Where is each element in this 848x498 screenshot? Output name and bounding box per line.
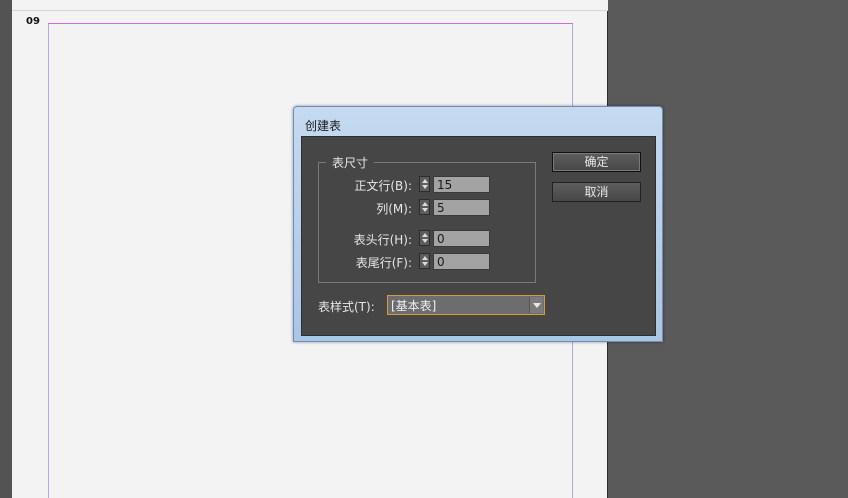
dialog-title: 创建表 — [305, 119, 342, 133]
create-table-dialog: 创建表 表尺寸 正文行(B): 15 列(M): 5 表头行(H): 0 表尾行… — [293, 106, 663, 342]
table-dimensions-title: 表尺寸 — [326, 154, 375, 171]
table-style-value: [基本表] — [391, 299, 437, 313]
footer-rows-label: 表尾行(F): — [355, 256, 412, 270]
page-top-strip — [12, 0, 608, 11]
body-rows-spinner-icon[interactable] — [419, 176, 430, 192]
table-style-select[interactable]: [基本表] — [387, 295, 545, 315]
footer-rows-row: 表尾行(F): — [302, 253, 412, 271]
header-rows-label: 表头行(H): — [353, 233, 412, 247]
dialog-body: 表尺寸 正文行(B): 15 列(M): 5 表头行(H): 0 表尾行(F): — [301, 136, 656, 336]
header-rows-row: 表头行(H): — [302, 230, 412, 248]
body-rows-label: 正文行(B): — [354, 179, 412, 193]
chevron-down-icon[interactable] — [529, 297, 543, 313]
columns-row: 列(M): — [302, 199, 412, 217]
footer-rows-input[interactable]: 0 — [433, 253, 490, 270]
body-rows-row: 正文行(B): — [302, 176, 412, 194]
ok-button[interactable]: 确定 — [552, 152, 641, 172]
header-rows-spinner-icon[interactable] — [419, 230, 430, 246]
cancel-button[interactable]: 取消 — [552, 182, 641, 202]
footer-rows-spinner-icon[interactable] — [419, 253, 430, 269]
table-style-label: 表样式(T): — [318, 300, 375, 314]
columns-input[interactable]: 5 — [433, 199, 490, 216]
header-rows-input[interactable]: 0 — [433, 230, 490, 247]
columns-spinner-icon[interactable] — [419, 199, 430, 215]
pasteboard-left — [0, 0, 12, 498]
columns-label: 列(M): — [376, 202, 412, 216]
body-rows-input[interactable]: 15 — [433, 176, 490, 193]
page-number: 09 — [26, 16, 40, 27]
